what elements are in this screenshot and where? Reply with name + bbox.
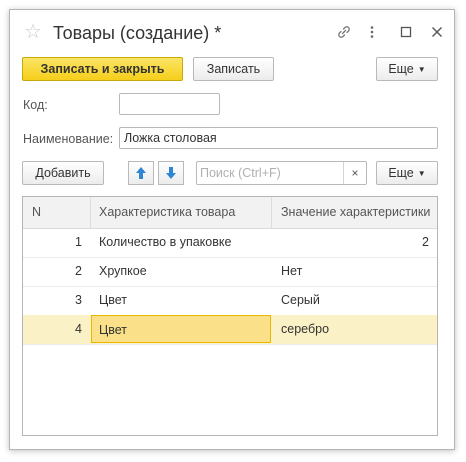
column-separator — [90, 197, 91, 228]
link-icon[interactable] — [336, 24, 352, 40]
column-header-n[interactable]: N — [32, 197, 82, 228]
code-field[interactable] — [119, 93, 220, 115]
column-header-value[interactable]: Значение характеристики — [281, 197, 431, 228]
dropdown-caret-icon: ▼ — [417, 65, 426, 74]
save-button[interactable]: Записать — [193, 57, 274, 81]
arrow-down-icon — [166, 167, 176, 179]
arrow-up-icon — [136, 167, 146, 179]
clear-search-icon[interactable]: × — [343, 162, 366, 184]
column-header-characteristic[interactable]: Характеристика товара — [99, 197, 269, 228]
move-down-button[interactable] — [158, 161, 184, 185]
form-window: ☆ Товары (создание) * Записать и закрыть… — [9, 9, 455, 450]
row-number: 3 — [75, 293, 82, 307]
row-value[interactable]: Нет — [281, 257, 302, 285]
favorite-star-icon[interactable]: ☆ — [24, 22, 42, 42]
table-header: N Характеристика товара Значение характе… — [23, 197, 437, 229]
name-label: Наименование: — [23, 132, 114, 146]
code-label: Код: — [23, 98, 48, 112]
add-row-button[interactable]: Добавить — [22, 161, 104, 185]
row-characteristic[interactable]: Цвет — [99, 286, 127, 314]
dropdown-caret-icon: ▼ — [417, 169, 426, 178]
column-separator — [271, 197, 272, 228]
maximize-icon[interactable] — [398, 24, 414, 40]
search-input[interactable] — [200, 165, 340, 181]
row-value[interactable]: серебро — [281, 315, 329, 343]
row-number: 2 — [75, 264, 82, 278]
save-and-close-button[interactable]: Записать и закрыть — [22, 57, 183, 81]
row-value[interactable]: Серый — [281, 286, 320, 314]
search-box: × — [196, 161, 367, 185]
page-title: Товары (создание) * — [53, 23, 222, 43]
row-number: 4 — [75, 322, 82, 336]
more-vertical-icon[interactable] — [364, 24, 380, 40]
table-row[interactable]: 1 Количество в упаковке 2 — [23, 228, 437, 258]
row-value[interactable]: 2 — [281, 228, 429, 256]
characteristics-table[interactable]: N Характеристика товара Значение характе… — [22, 196, 438, 436]
row-characteristic-active-cell[interactable]: Цвет — [91, 315, 271, 343]
close-icon[interactable] — [429, 24, 445, 40]
row-characteristic[interactable]: Хрупкое — [99, 257, 147, 285]
move-up-button[interactable] — [128, 161, 154, 185]
table-more-button[interactable]: Еще ▼ — [376, 161, 438, 185]
row-number: 1 — [75, 235, 82, 249]
row-characteristic[interactable]: Количество в упаковке — [99, 228, 231, 256]
more-button-label: Еще — [388, 62, 414, 76]
more-button[interactable]: Еще ▼ — [376, 57, 438, 81]
table-row[interactable]: 3 Цвет Серый — [23, 286, 437, 316]
title-bar: ☆ Товары (создание) * — [10, 10, 454, 56]
name-field[interactable]: Ложка столовая — [119, 127, 438, 149]
table-row[interactable]: 2 Хрупкое Нет — [23, 257, 437, 287]
table-row-selected[interactable]: 4 Цвет серебро — [23, 315, 437, 345]
table-more-button-label: Еще — [388, 166, 414, 180]
column-header-value-text: Значение характеристики — [281, 205, 431, 219]
